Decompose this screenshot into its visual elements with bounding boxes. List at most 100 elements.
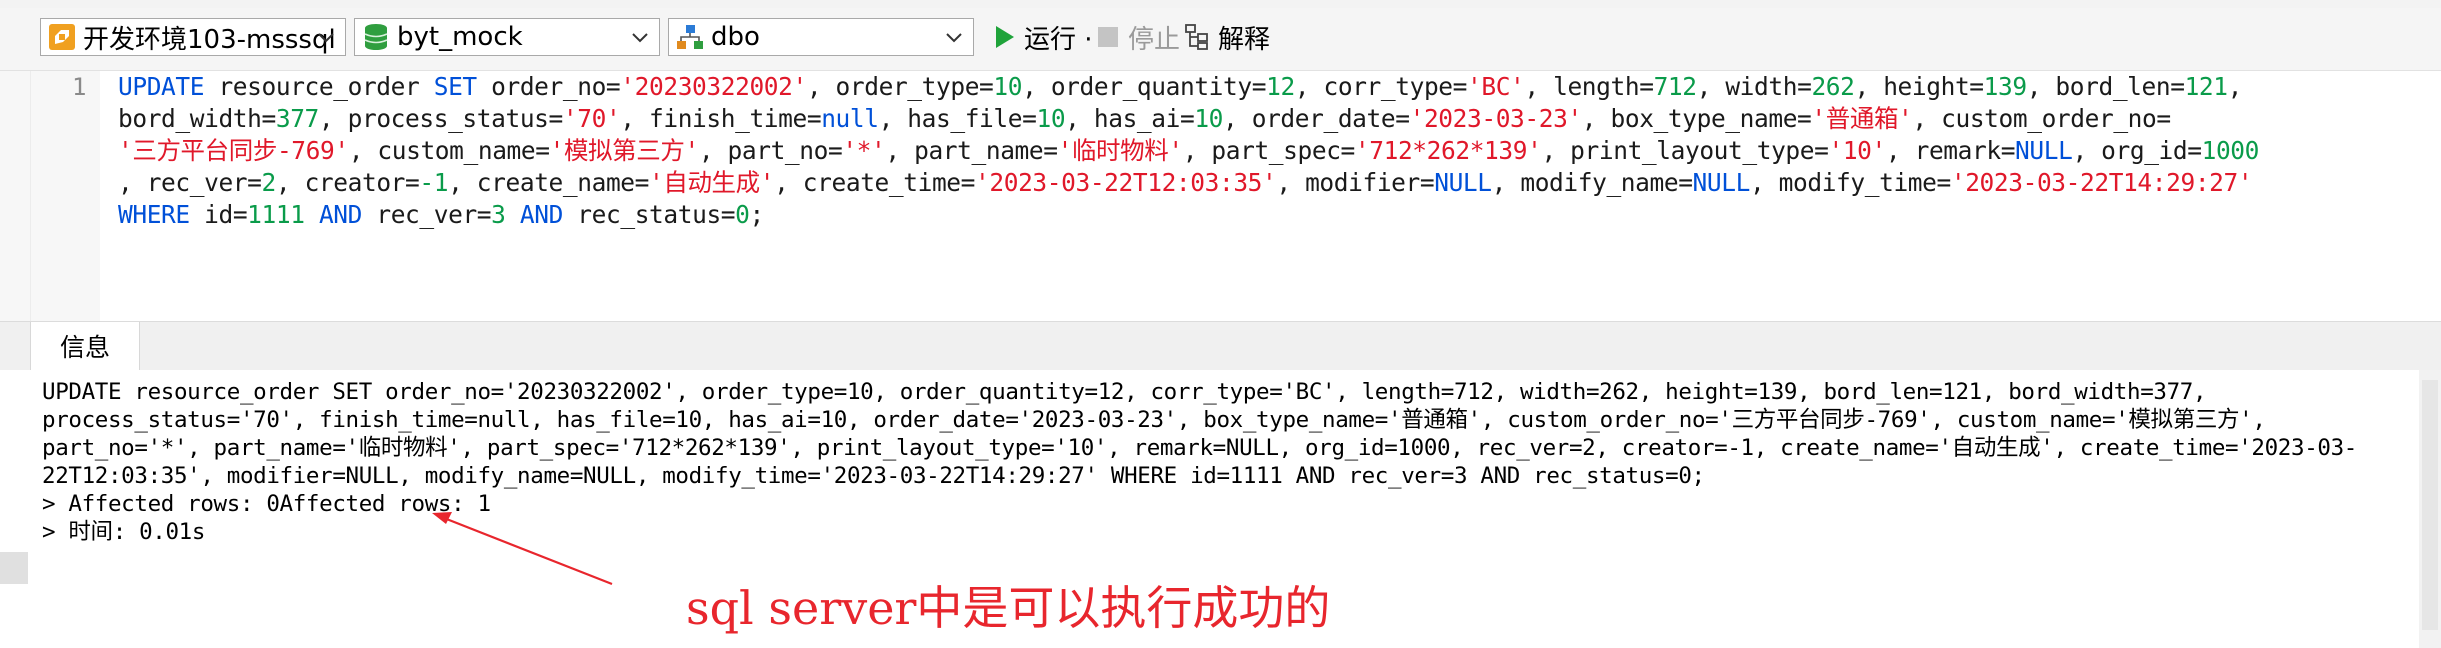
code-line[interactable]: bord_width=377, process_status='70', fin… <box>118 103 2438 135</box>
code-token: '712*262*139' <box>1354 136 1542 165</box>
output-line: > 时间: 0.01s <box>42 519 206 545</box>
gutter-divider <box>30 71 31 321</box>
code-token: '临时物料' <box>1057 136 1184 165</box>
database-select[interactable]: byt_mock <box>354 18 660 56</box>
code-token: resource_order <box>204 72 434 101</box>
code-token: -1 <box>419 168 449 197</box>
code-token: bord_width= <box>118 104 276 133</box>
sql-editor[interactable]: 1 UPDATE resource_order SET order_no='20… <box>0 71 2441 321</box>
code-token: , part_name= <box>885 136 1058 165</box>
explain-button[interactable]: 解释 <box>1184 18 1270 56</box>
code-token: , modify_name= <box>1491 168 1693 197</box>
code-token: , box_type_name= <box>1581 104 1812 133</box>
output-line: > Affected rows: 0Affected rows: 1 <box>42 491 491 517</box>
output-line: process_status='70', finish_time=null, h… <box>42 407 2266 433</box>
sql-code[interactable]: UPDATE resource_order SET order_no='2023… <box>118 71 2438 231</box>
code-token: 712 <box>1653 72 1697 101</box>
code-token: '2023-03-22T14:29:27' <box>1950 168 2253 197</box>
code-token: AND <box>519 200 563 229</box>
code-line[interactable]: UPDATE resource_order SET order_no='2023… <box>118 71 2438 103</box>
code-token: , finish_time= <box>620 104 822 133</box>
code-token: ; <box>749 200 765 229</box>
code-token: 121 <box>2184 72 2228 101</box>
output-line: UPDATE resource_order SET order_no='2023… <box>42 379 2207 405</box>
code-token: '普通箱' <box>1811 104 1913 133</box>
code-token: , rec_ver= <box>118 168 262 197</box>
connection-select[interactable]: 开发环境103-msssql <box>40 18 346 56</box>
stop-label: 停止 <box>1128 24 1181 55</box>
code-line[interactable]: WHERE id=1111 AND rec_ver=3 AND rec_stat… <box>118 199 2438 231</box>
run-button[interactable]: 运行 · <box>990 18 1093 56</box>
code-token: , order_date= <box>1223 104 1410 133</box>
code-token: , remark= <box>1885 136 2016 165</box>
code-token: 2 <box>261 168 277 197</box>
code-token: , modifier= <box>1276 168 1435 197</box>
code-token: id= <box>189 200 248 229</box>
query-toolbar: 开发环境103-msssql byt_mock dbo 运行 · 停止 解释 <box>0 8 2441 71</box>
code-token: , corr_type= <box>1294 72 1468 101</box>
tab-info[interactable]: 信息 <box>30 322 140 370</box>
code-token: '20230322002' <box>620 72 807 101</box>
code-token: 12 <box>1266 72 1295 101</box>
schema-select[interactable]: dbo <box>668 18 974 56</box>
output-line: 22T12:03:35', modifier=NULL, modify_name… <box>42 463 1705 489</box>
output-log: UPDATE resource_order SET order_no='2023… <box>42 378 2402 546</box>
code-token: UPDATE <box>118 72 205 101</box>
run-label: 运行 · <box>1024 24 1093 55</box>
code-token: '*' <box>842 136 886 165</box>
code-token: , has_ai= <box>1065 104 1195 133</box>
code-token: null <box>821 104 879 133</box>
code-token: , width= <box>1696 72 1812 101</box>
code-token: , part_no= <box>698 136 843 165</box>
code-token: , creator= <box>275 168 420 197</box>
code-token: 1111 <box>247 200 305 229</box>
code-token: , <box>2227 72 2243 101</box>
code-token: '2023-03-23' <box>1409 104 1583 133</box>
code-token: '70' <box>562 104 621 133</box>
code-token: NULL <box>1692 168 1751 197</box>
tab-info-label: 信息 <box>59 333 110 362</box>
chevron-down-icon <box>318 33 334 43</box>
code-token: '自动生成' <box>649 168 775 197</box>
code-token: rec_ver= <box>362 200 492 229</box>
code-token: NULL <box>1434 168 1492 197</box>
code-token: , order_quantity= <box>1022 72 1267 101</box>
code-token: , custom_order_no= <box>1912 104 2171 133</box>
code-token: order_no= <box>476 72 621 101</box>
schema-value: dbo <box>711 22 760 52</box>
stop-icon <box>1098 27 1118 47</box>
code-token: '2023-03-22T12:03:35' <box>975 168 1277 197</box>
code-line[interactable]: '三方平台同步-769', custom_name='模拟第三方', part_… <box>118 135 2438 167</box>
code-token: , order_type= <box>806 72 994 101</box>
code-token: , modify_time= <box>1749 168 1951 197</box>
result-tab-bar: 信息 <box>0 321 2441 371</box>
code-token: 10 <box>1036 104 1066 133</box>
code-token: '模拟第三方' <box>549 136 700 165</box>
code-token: 377 <box>275 104 319 133</box>
code-line[interactable]: , rec_ver=2, creator=-1, create_name='自动… <box>118 167 2438 199</box>
vertical-scrollbar[interactable] <box>2419 370 2441 648</box>
margin-marker <box>0 552 28 584</box>
code-token: , has_file= <box>878 104 1037 133</box>
code-token: SET <box>433 72 477 101</box>
code-token: , bord_len= <box>2026 72 2185 101</box>
line-number: 1 <box>72 73 87 101</box>
code-token: '三方平台同步-769' <box>118 136 349 165</box>
code-token: , process_status= <box>318 104 563 133</box>
code-token: AND <box>318 200 362 229</box>
connection-value: 开发环境103-msssql <box>83 24 336 55</box>
code-token: 139 <box>1983 72 2027 101</box>
code-token: , org_id= <box>2072 136 2202 165</box>
scrollbar-thumb[interactable] <box>2422 380 2438 630</box>
code-token: , part_spec= <box>1182 136 1356 165</box>
chevron-down-icon <box>632 33 648 43</box>
code-token: , create_time= <box>774 168 976 197</box>
code-token: , create_name= <box>448 168 649 197</box>
database-icon <box>364 24 388 50</box>
stop-button[interactable]: 停止 <box>1094 18 1180 56</box>
explain-label: 解释 <box>1218 24 1271 55</box>
annotation-text: sql server中是可以执行成功的 <box>686 581 1331 635</box>
code-token: , print_layout_type= <box>1541 136 1829 165</box>
